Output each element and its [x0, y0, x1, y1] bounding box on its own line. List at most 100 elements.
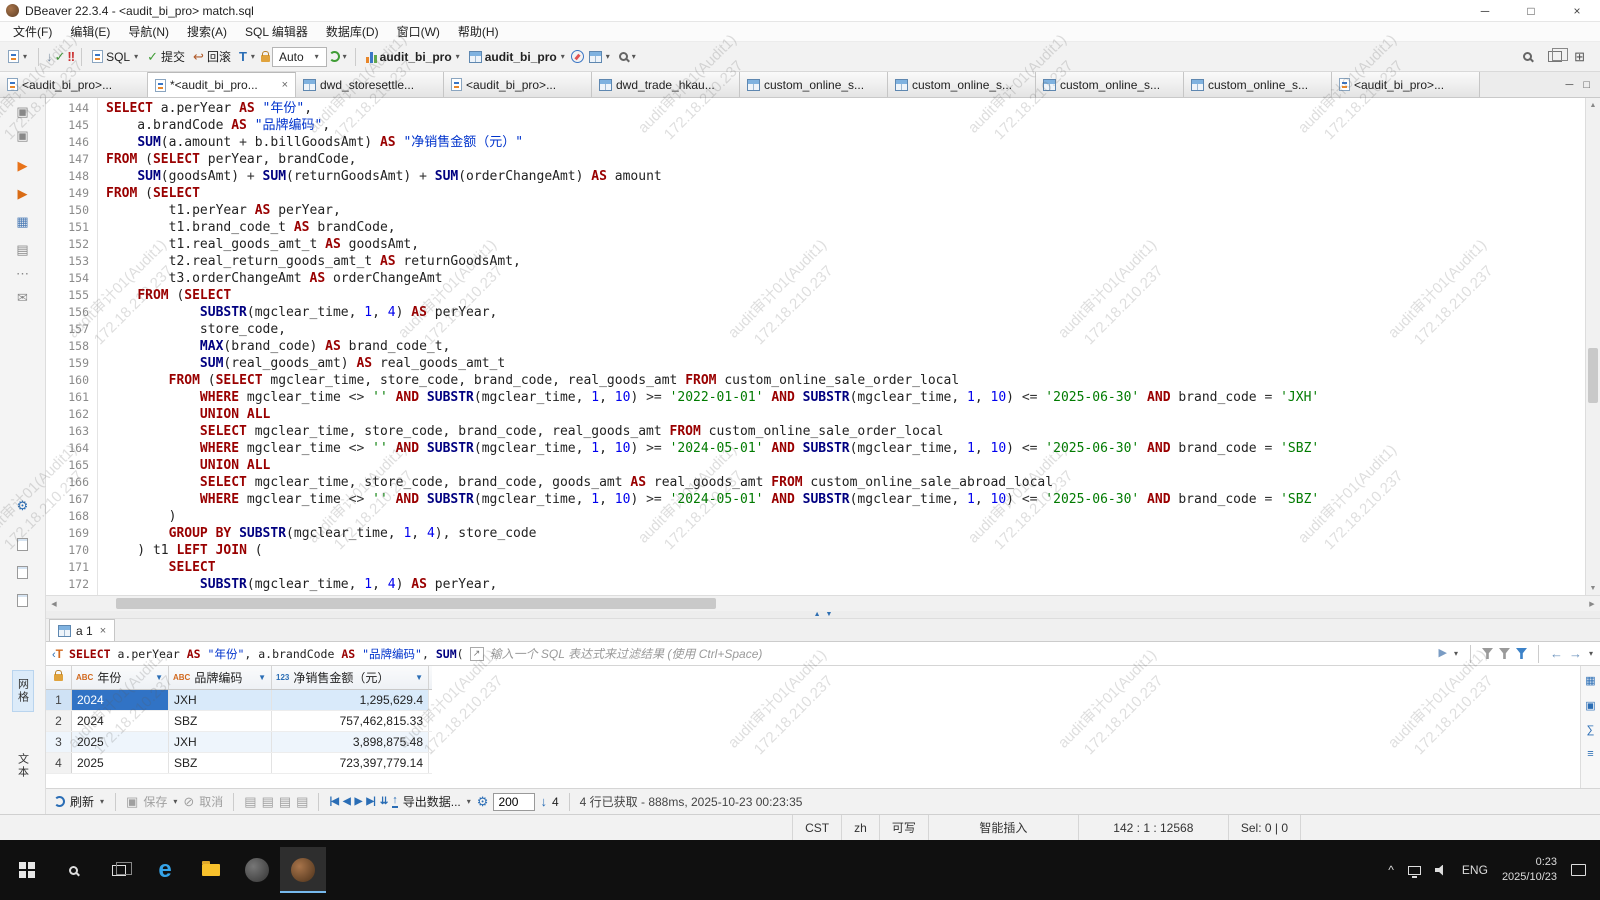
grid-cell[interactable]: 1,295,629.4: [272, 690, 429, 710]
result-view-text-tab[interactable]: 文本: [13, 746, 33, 786]
sash-down-icon[interactable]: ▼: [826, 611, 833, 618]
code-line[interactable]: UNION ALL: [106, 457, 1585, 474]
restore-editor-icon[interactable]: □: [1583, 79, 1590, 91]
save-button[interactable]: 保存: [143, 793, 167, 810]
execute-script-icon[interactable]: ▶: [13, 184, 33, 204]
menu-sql-editor[interactable]: SQL 编辑器: [236, 22, 317, 41]
code-line[interactable]: SELECT mgclear_time, store_code, brand_c…: [106, 423, 1585, 440]
sort-filter-icon[interactable]: ▼: [154, 673, 164, 682]
panel-meta-icon[interactable]: ≡: [1587, 748, 1593, 760]
duplicate-row-icon[interactable]: ▤: [279, 795, 291, 808]
vertical-scroll-thumb[interactable]: [1588, 348, 1598, 403]
taskbar-search-button[interactable]: [50, 847, 96, 893]
status-caret-position[interactable]: 142 : 1 : 12568: [1078, 815, 1228, 840]
explain-plan-icon[interactable]: ▦: [13, 212, 33, 232]
scroll-right-icon[interactable]: ▶: [1584, 596, 1600, 611]
perspective-icon[interactable]: [1548, 51, 1562, 62]
filter-sql-text[interactable]: SELECT a.perYear AS "年份", a.brandCode AS…: [69, 646, 464, 662]
fetch-all-icon[interactable]: ⇊: [380, 796, 387, 807]
chevron-down-icon[interactable]: ▾: [99, 797, 105, 806]
volume-icon[interactable]: [1435, 865, 1448, 876]
start-button[interactable]: [4, 847, 50, 893]
code-line[interactable]: t1.real_goods_amt_t AS goodsAmt,: [106, 236, 1585, 253]
commit-button[interactable]: ✓ 提交: [144, 46, 188, 67]
panel-value-icon[interactable]: ▣: [1585, 699, 1595, 712]
delete-row-icon[interactable]: ▤: [296, 795, 308, 808]
apply-filter-icon[interactable]: ▶: [1439, 648, 1447, 659]
grid-cell[interactable]: 2025: [72, 753, 169, 773]
code-line[interactable]: store_code,: [106, 321, 1585, 338]
lock-icon[interactable]: [261, 55, 270, 62]
code-line[interactable]: SUBSTR(mgclear_time, 1, 4) AS perYear,: [106, 304, 1585, 321]
custom-filter-icon[interactable]: [1516, 648, 1527, 659]
clear-filter-icon[interactable]: [1482, 648, 1493, 659]
scroll-up-icon[interactable]: ▲: [1586, 98, 1600, 112]
settings-gear-icon[interactable]: ⚙: [13, 496, 33, 516]
editor-tab[interactable]: custom_online_s...: [1036, 72, 1184, 97]
navigator-compass-icon[interactable]: [571, 50, 584, 63]
dbeaver-taskbar-button[interactable]: [280, 847, 326, 893]
code-line[interactable]: SELECT a.perYear AS "年份",: [106, 100, 1585, 117]
notification-center-icon[interactable]: [1571, 864, 1586, 876]
grid-cell[interactable]: SBZ: [169, 753, 272, 773]
open-view-icon[interactable]: ▣: [13, 126, 33, 146]
refresh-button[interactable]: 刷新: [70, 793, 94, 810]
column-header-net-sales[interactable]: 123 净销售金额（元） ▼: [272, 666, 429, 689]
panel-grid-icon[interactable]: ▦: [1585, 674, 1595, 687]
code-line[interactable]: t3.orderChangeAmt AS orderChangeAmt: [106, 270, 1585, 287]
load-script-icon[interactable]: [13, 534, 33, 554]
chevron-down-icon[interactable]: ▾: [455, 52, 461, 61]
status-language[interactable]: zh: [841, 815, 879, 840]
editor-tab[interactable]: <audit_bi_pro>...: [1332, 72, 1480, 97]
last-row-icon[interactable]: ▶|: [366, 796, 375, 807]
column-header-year[interactable]: ABC 年份 ▼: [72, 666, 169, 689]
menu-window[interactable]: 窗口(W): [388, 22, 449, 41]
vertical-scrollbar[interactable]: ▲ ▼: [1585, 98, 1600, 595]
code-line[interactable]: SUBSTR(mgclear_time, 1, 4) AS perYear,: [106, 576, 1585, 593]
mail-export-icon[interactable]: ✉: [13, 288, 33, 308]
menu-database[interactable]: 数据库(D): [317, 22, 388, 41]
sort-filter-icon[interactable]: ▼: [257, 673, 267, 682]
database-selector[interactable]: audit_bi_pro ▾: [363, 48, 464, 66]
row-number[interactable]: 1: [46, 690, 72, 710]
code-line[interactable]: SELECT: [106, 559, 1585, 576]
quick-search-icon[interactable]: [1523, 52, 1532, 61]
row-header-corner[interactable]: [46, 666, 72, 689]
chevron-down-icon[interactable]: ▾: [314, 52, 320, 61]
code-line[interactable]: FROM (SELECT: [106, 185, 1585, 202]
editor-tab[interactable]: <audit_bi_pro>...: [444, 72, 592, 97]
result-view-grid-tab[interactable]: 网格: [12, 670, 34, 712]
code-line[interactable]: ): [106, 508, 1585, 525]
status-timezone[interactable]: CST: [792, 815, 841, 840]
code-line[interactable]: UNION ALL: [106, 406, 1585, 423]
status-insert-mode[interactable]: 智能插入: [928, 815, 1078, 840]
grid-cell[interactable]: 757,462,815.33: [272, 711, 429, 731]
chevron-down-icon[interactable]: ▾: [22, 52, 28, 61]
add-row-icon[interactable]: ▤: [262, 795, 274, 808]
download-icon[interactable]: ↓: [46, 50, 53, 63]
new-sql-editor-button[interactable]: ▾: [5, 48, 31, 65]
menu-navigate[interactable]: 导航(N): [119, 22, 178, 41]
code-line[interactable]: FROM (SELECT: [106, 287, 1585, 304]
sort-filter-icon[interactable]: ▼: [414, 673, 424, 682]
status-selection[interactable]: Sel: 0 | 0: [1228, 815, 1300, 840]
edit-filter-icon[interactable]: [1499, 648, 1510, 659]
panel-calc-icon[interactable]: ∑: [1587, 724, 1595, 736]
rollback-button[interactable]: ↩ 回滚: [190, 46, 234, 67]
code-line[interactable]: ) t1 LEFT JOIN (: [106, 542, 1585, 559]
open-perspective-icon[interactable]: ⊞: [1574, 50, 1585, 63]
network-icon[interactable]: [1408, 866, 1421, 875]
next-row-icon[interactable]: ▶: [355, 796, 362, 807]
close-tab-icon[interactable]: ×: [280, 79, 288, 91]
horizontal-scroll-thumb[interactable]: [116, 598, 716, 609]
menu-search[interactable]: 搜索(A): [178, 22, 236, 41]
panel-sash[interactable]: ▲▼: [46, 611, 1600, 619]
editor-tab[interactable]: dwd_storesettle...: [296, 72, 444, 97]
code-line[interactable]: t1.brand_code_t AS brandCode,: [106, 219, 1585, 236]
horizontal-scrollbar[interactable]: ◀ ▶: [46, 595, 1600, 611]
chevron-down-icon[interactable]: ▾: [172, 797, 178, 806]
code-line[interactable]: SUM(goodsAmt) + SUM(returnGoodsAmt) + SU…: [106, 168, 1585, 185]
code-line[interactable]: WHERE mgclear_time <> '' AND SUBSTR(mgcl…: [106, 491, 1585, 508]
close-button[interactable]: ×: [1554, 0, 1600, 21]
maximize-button[interactable]: □: [1508, 0, 1554, 21]
